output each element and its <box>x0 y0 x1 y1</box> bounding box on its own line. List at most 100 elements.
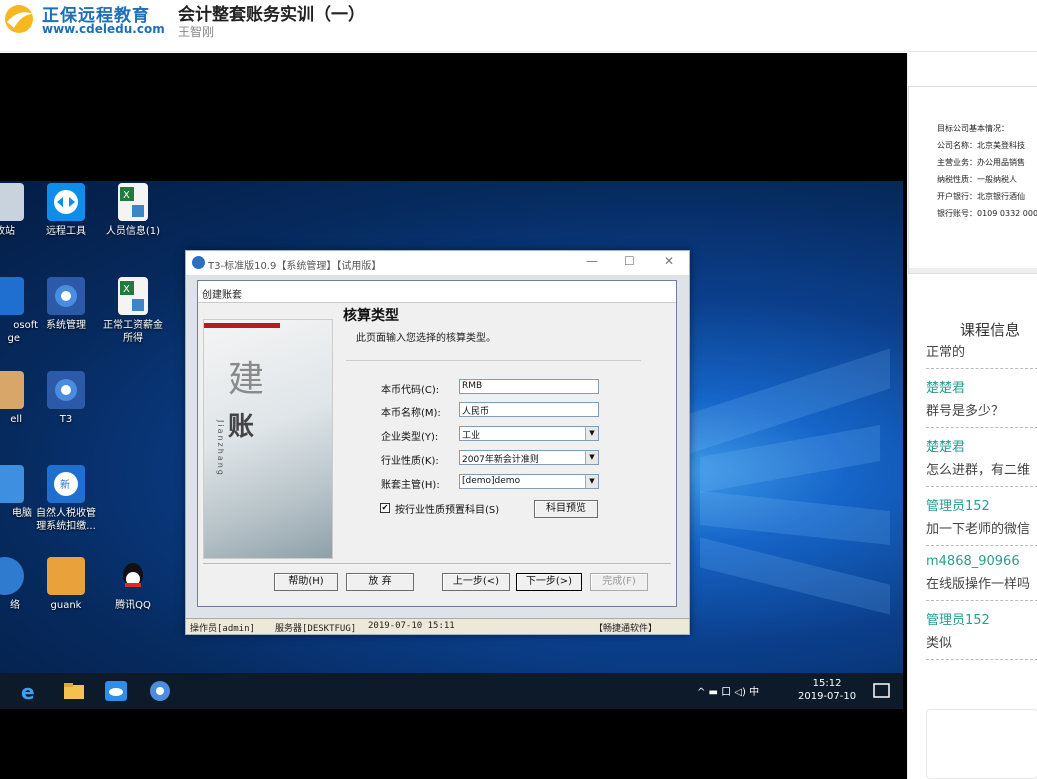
cancel-button[interactable]: 放 弃 <box>346 573 414 591</box>
chat-list: 正常的 楚楚君 群号是多少？ 楚楚君 怎么进群，有二维 管理员152 加一下老师… <box>926 343 1037 660</box>
preset-accounts-checkbox[interactable]: ✔ <box>380 503 390 513</box>
qq-icon[interactable]: 腾讯QQ <box>98 557 168 612</box>
chat-message: 管理员152 加一下老师的微信 <box>926 487 1037 546</box>
help-button[interactable]: 帮助(H) <box>274 573 338 591</box>
industry-value: 2007年新会计准则 <box>462 455 539 465</box>
chat-text: 在线版操作一样吗 <box>926 577 1031 592</box>
chat-text: 加一下老师的微信 <box>926 522 1031 537</box>
account-supervisor-select[interactable]: [demo]demo ▼ <box>459 474 599 489</box>
slide-line: 目标公司基本情况： <box>937 124 1009 133</box>
chevron-down-icon[interactable]: ▼ <box>585 427 598 440</box>
status-operator: 操作员[admin] <box>190 624 255 634</box>
chat-message: 正常的 <box>926 341 1037 369</box>
slide-progress-bar[interactable] <box>909 268 1037 273</box>
prev-button[interactable]: 上一步(<) <box>442 573 510 591</box>
remote-tool-icon[interactable]: 远程工具 <box>31 183 101 238</box>
wizard-title: 创建账套 <box>198 281 676 303</box>
taskbar-clock[interactable]: 15:12 2019-07-10 <box>798 677 856 703</box>
chat-input[interactable] <box>926 709 1037 779</box>
currency-code-input[interactable]: RMB <box>459 379 599 394</box>
excel-file-icon[interactable]: X 正常工资薪金 所得 <box>98 277 168 345</box>
art-character: 建 <box>228 359 265 400</box>
brand-logo-icon <box>2 2 36 36</box>
currency-code-label: 本币代码(C): <box>381 385 440 396</box>
finish-button[interactable]: 完成(F) <box>590 573 648 591</box>
svg-text:e: e <box>21 680 35 703</box>
currency-name-input[interactable]: 人民币 <box>459 402 599 417</box>
industry-select[interactable]: 2007年新会计准则 ▼ <box>459 450 599 465</box>
chevron-down-icon[interactable]: ▼ <box>585 451 598 464</box>
enterprise-type-label: 企业类型(Y): <box>381 432 439 443</box>
chat-user[interactable]: 管理员152 <box>926 609 1037 628</box>
slide-line: 公司名称：北京美登科技 <box>937 141 1025 150</box>
chat-message: 楚楚君 群号是多少？ <box>926 369 1037 428</box>
page: 正保远程教育 www.cdeledu.com 会计整套账务实训（一） 王智刚 收… <box>0 0 1037 779</box>
slide-line: 银行账号：0109 0332 000 <box>937 209 1037 218</box>
desktop-icon-label: ge <box>7 333 21 344</box>
t3-titlebar: T3-标准版10.9【系统管理】【试用版】 — ☐ ✕ <box>186 251 689 275</box>
header: 正保远程教育 www.cdeledu.com 会计整套账务实训（一） 王智刚 <box>0 0 1037 52</box>
course-side-panel: 目标公司基本情况： 公司名称：北京美登科技 主营业务：办公用品销售 纳税性质：一… <box>907 53 1037 779</box>
tax-system-icon[interactable]: 新 自然人税收管 理系统扣缴... <box>31 465 101 533</box>
folder-icon[interactable]: guank <box>31 557 101 612</box>
desktop-icon-label: guank <box>50 600 82 611</box>
chat-text: 群号是多少？ <box>926 404 1005 419</box>
wizard-heading: 核算类型 <box>343 308 399 324</box>
chat-user[interactable]: 楚楚君 <box>926 436 1037 455</box>
wizard-illustration: 建 账 Jianzhang <box>203 319 333 559</box>
status-datetime: 2019-07-10 15:11 <box>368 621 455 631</box>
t3-status-bar: 操作员[admin] 服务器[DESKTFUG] 2019-07-10 15:1… <box>186 618 689 634</box>
clock-date: 2019-07-10 <box>798 691 857 702</box>
chat-user[interactable]: 楚楚君 <box>926 377 1037 396</box>
enterprise-type-value: 工业 <box>462 431 481 441</box>
minimize-icon[interactable]: — <box>586 254 598 268</box>
chat-message: 楚楚君 怎么进群，有二维 <box>926 428 1037 487</box>
chat-text: 正常的 <box>926 345 966 360</box>
clock-time: 15:12 <box>812 678 842 689</box>
close-icon[interactable]: ✕ <box>664 254 674 268</box>
status-server: 服务器[DESKTFUG] <box>275 624 357 634</box>
wizard-subtitle: 此页面输入您选择的核算类型。 <box>356 333 496 344</box>
cloud-app-icon[interactable] <box>104 679 128 703</box>
enterprise-type-select[interactable]: 工业 ▼ <box>459 426 599 441</box>
desktop-icon-label: 系统管理 <box>46 320 86 331</box>
notification-icon[interactable] <box>870 679 894 703</box>
system-tray[interactable]: ^ ▬ 口 ◁) 中 <box>697 683 759 698</box>
slide-thumbnail[interactable]: 目标公司基本情况： 公司名称：北京美登科技 主营业务：办公用品销售 纳税性质：一… <box>908 86 1037 274</box>
t3-taskbar-icon[interactable] <box>148 679 172 703</box>
desktop-icon-label: 远程工具 <box>46 226 86 237</box>
excel-file-icon[interactable]: X 人员信息(1) <box>98 183 168 238</box>
t3-app-icon[interactable]: T3 <box>31 371 101 426</box>
account-supervisor-value: [demo]demo <box>462 476 521 486</box>
next-button[interactable]: 下一步(>) <box>516 573 582 591</box>
chat-user[interactable]: 管理员152 <box>926 495 1037 514</box>
chat-text: 怎么进群，有二维 <box>926 463 1031 478</box>
tab-course-info[interactable]: 课程信息 <box>960 319 1020 340</box>
desktop-icon-label: 所得 <box>123 333 143 344</box>
svg-text:X: X <box>123 284 130 295</box>
desktop-icon-label: 自然人税收管 <box>36 508 96 519</box>
t3-window-title: T3-标准版10.9【系统管理】【试用版】 <box>208 261 382 272</box>
file-explorer-icon[interactable] <box>62 679 86 703</box>
course-title: 会计整套账务实训（一） <box>178 5 365 25</box>
chevron-down-icon[interactable]: ▼ <box>585 475 598 488</box>
chat-user[interactable]: m4868_90966 <box>926 554 1037 569</box>
desktop-icon-label: T3 <box>59 414 73 425</box>
chat-message: 管理员152 类似 <box>926 601 1037 660</box>
art-pinyin: Jianzhang <box>216 420 225 477</box>
system-management-icon[interactable]: 系统管理 <box>31 277 101 332</box>
svg-text:X: X <box>123 190 130 201</box>
chat-message: m4868_90966 在线版操作一样吗 <box>926 546 1037 601</box>
slide-line: 纳税性质：一般纳税人 <box>937 175 1017 184</box>
preset-accounts-label: 按行业性质预置科目(S) <box>395 505 500 516</box>
account-preview-button[interactable]: 科目预览 <box>534 500 598 518</box>
currency-name-label: 本币名称(M): <box>381 408 441 419</box>
ie-icon[interactable]: e <box>18 679 42 704</box>
brand-url[interactable]: www.cdeledu.com <box>42 22 165 36</box>
t3-app-icon <box>192 256 205 269</box>
maximize-icon[interactable]: ☐ <box>624 254 635 268</box>
industry-label: 行业性质(K): <box>381 456 439 467</box>
desktop-icon-label: 腾讯QQ <box>115 600 151 611</box>
desktop-icon-label: 人员信息(1) <box>105 226 161 237</box>
chat-text: 类似 <box>926 636 953 651</box>
